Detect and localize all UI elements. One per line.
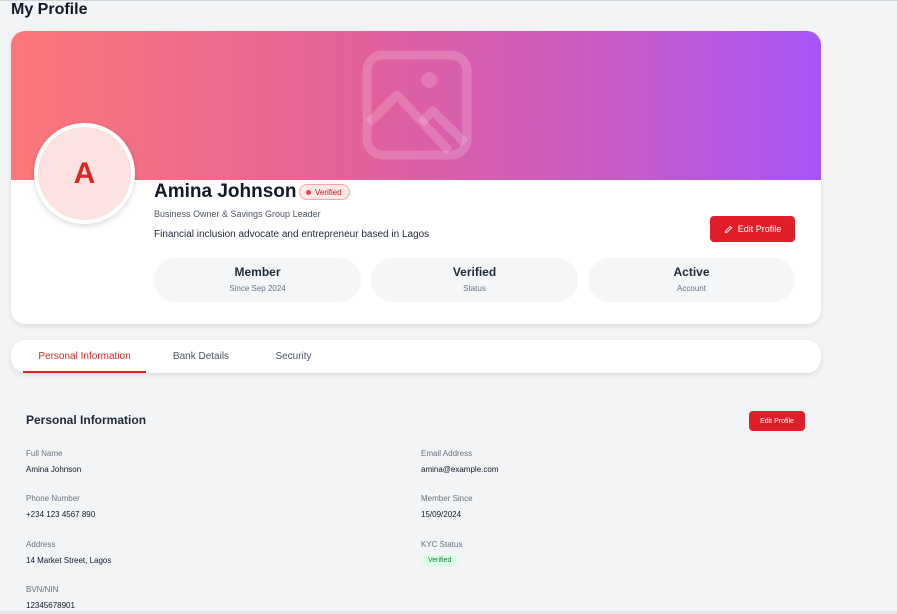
profile-tabs: Personal Information Bank Details Securi… bbox=[11, 340, 821, 373]
phone-value: +234 123 4567 890 bbox=[26, 510, 96, 519]
status-dot-icon bbox=[306, 189, 311, 195]
verified-badge-label: Verified bbox=[315, 187, 342, 197]
full-name-value: Amina Johnson bbox=[26, 465, 82, 474]
verified-badge: Verified bbox=[299, 184, 350, 200]
email-label: Email Address bbox=[421, 449, 473, 458]
pencil-icon bbox=[724, 225, 733, 233]
bvn-label: BVN/NIN bbox=[26, 585, 59, 594]
image-placeholder-icon bbox=[362, 50, 472, 160]
tab-personal-information[interactable]: Personal Information bbox=[23, 340, 146, 373]
profile-role: Business Owner & Savings Group Leader bbox=[154, 209, 321, 219]
edit-profile-button-secondary[interactable]: Edit Profile bbox=[749, 411, 805, 431]
profile-name: Amina Johnson bbox=[154, 181, 297, 202]
stat-value: Active bbox=[673, 265, 710, 279]
edit-profile-label: Edit Profile bbox=[737, 224, 782, 234]
section-title: Personal Information bbox=[26, 413, 147, 427]
tab-bank-details[interactable]: Bank Details bbox=[161, 340, 241, 373]
stat-account: Active Account bbox=[588, 258, 795, 302]
profile-card: A Amina Johnson Verified Business Owner … bbox=[11, 31, 821, 324]
member-since-value: 15/09/2024 bbox=[421, 510, 462, 519]
member-since-label: Member Since bbox=[421, 494, 473, 503]
profile-bio: Financial inclusion advocate and entrepr… bbox=[154, 229, 430, 240]
stat-value: Verified bbox=[452, 265, 497, 279]
stat-label: Status bbox=[463, 284, 486, 293]
stat-value: Member bbox=[234, 265, 281, 279]
phone-label: Phone Number bbox=[26, 494, 80, 503]
kyc-status-badge: Verified bbox=[421, 555, 459, 567]
page-title: My Profile bbox=[11, 1, 88, 18]
top-divider bbox=[0, 0, 897, 1]
stat-member: Member Since Sep 2024 bbox=[154, 258, 361, 302]
bvn-value: 12345678901 bbox=[26, 601, 75, 610]
stat-status: Verified Status bbox=[371, 258, 578, 302]
tab-security[interactable]: Security bbox=[261, 340, 326, 373]
stat-label: Account bbox=[677, 284, 706, 293]
stat-label: Since Sep 2024 bbox=[229, 284, 286, 293]
edit-profile-button[interactable]: Edit Profile bbox=[710, 216, 795, 242]
full-name-label: Full Name bbox=[26, 449, 63, 458]
kyc-status-label: KYC Status bbox=[421, 540, 463, 549]
address-label: Address bbox=[26, 540, 56, 549]
address-value: 14 Market Street, Lagos bbox=[26, 556, 112, 565]
email-value: amina@example.com bbox=[421, 465, 499, 474]
avatar: A bbox=[34, 123, 135, 224]
